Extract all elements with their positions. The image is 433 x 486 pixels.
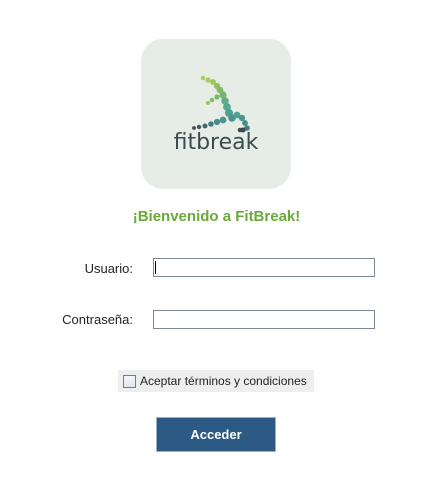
username-input[interactable]	[153, 258, 375, 277]
login-button[interactable]: Acceder	[156, 417, 276, 452]
password-label: Contraseña:	[62, 312, 133, 327]
logo-wordmark: fitbreak	[173, 130, 259, 155]
welcome-heading: ¡Bienvenido a FitBreak!	[132, 208, 301, 225]
terms-label: Aceptar términos y condiciones	[140, 374, 307, 388]
password-input[interactable]	[153, 310, 375, 329]
fitbreak-runner-icon	[192, 75, 250, 133]
login-page: fitbreak ¡Bienvenido a FitBreak! Usuario…	[0, 0, 433, 486]
app-logo: fitbreak	[141, 39, 291, 189]
terms-checkbox[interactable]	[123, 374, 136, 388]
terms-checkbox-row[interactable]: Aceptar términos y condiciones	[118, 370, 314, 392]
text-caret	[155, 261, 156, 274]
username-label: Usuario:	[84, 261, 133, 276]
